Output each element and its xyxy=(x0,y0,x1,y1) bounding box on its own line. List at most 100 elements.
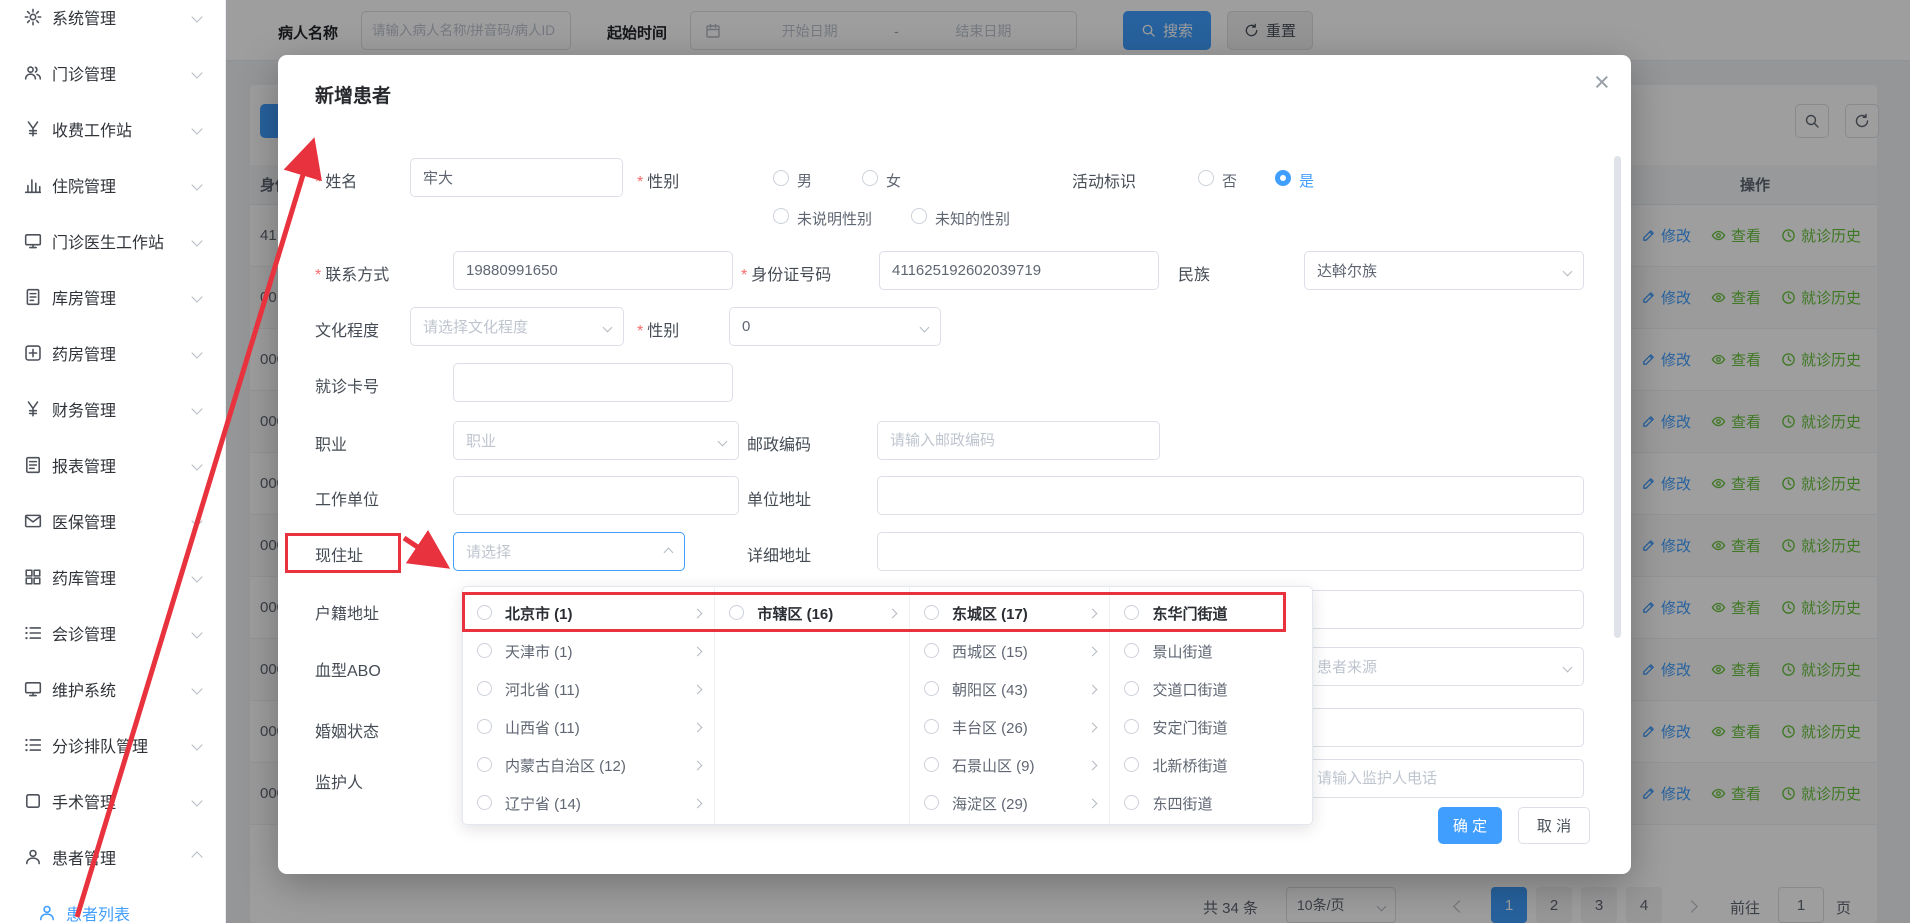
sidebar-subitem-patient-list[interactable]: 患者列表 xyxy=(0,885,225,923)
radio-icon xyxy=(1124,643,1139,658)
yen-icon xyxy=(24,120,42,138)
sidebar-item-triage-queue[interactable]: 分诊排队管理 xyxy=(0,717,225,773)
work-unit-label: 工作单位 xyxy=(315,486,379,510)
marital-status-right-input[interactable] xyxy=(1304,708,1584,747)
cascader-option-fengtai[interactable]: 丰台区 (26) xyxy=(910,708,1110,746)
contact-input[interactable] xyxy=(453,251,733,290)
yen-icon xyxy=(24,400,42,418)
sidebar-item-consultation[interactable]: 会诊管理 xyxy=(0,605,225,661)
education-label: 文化程度 xyxy=(315,317,379,341)
cascader-option-liaoning[interactable]: 辽宁省 (14) xyxy=(463,784,714,822)
guardian-label: 监护人 xyxy=(315,769,363,793)
radio-icon xyxy=(1124,605,1139,620)
card-no-input[interactable] xyxy=(453,363,733,402)
work-unit-input[interactable] xyxy=(453,476,739,515)
cascader-option-label: 市辖区 (16) xyxy=(757,603,833,624)
monitor-icon xyxy=(24,232,42,250)
sidebar-item-pharmacy[interactable]: 药房管理 xyxy=(0,325,225,381)
radio-icon xyxy=(1124,681,1139,696)
radio-female[interactable] xyxy=(862,170,878,186)
radio-male[interactable] xyxy=(773,170,789,186)
sidebar-item-drug-storage[interactable]: 药库管理 xyxy=(0,549,225,605)
close-icon[interactable]: × xyxy=(1594,69,1610,96)
sidebar-item-label: 库房管理 xyxy=(52,285,116,309)
grid-icon xyxy=(24,568,42,586)
name-input[interactable] xyxy=(410,158,623,197)
cascader-option-jiaodaokou[interactable]: 交道口街道 xyxy=(1110,670,1312,708)
current-address-cascader-select[interactable]: 请选择 xyxy=(453,532,685,571)
cascader-option-tianjin[interactable]: 天津市 (1) xyxy=(463,632,714,670)
ethnicity-select[interactable]: 达斡尔族 xyxy=(1304,251,1584,290)
chevron-down-icon xyxy=(191,571,202,582)
chevron-down-icon xyxy=(191,515,202,526)
cascader-option-dongcheng[interactable]: 东城区 (17) xyxy=(910,594,1110,632)
sidebar-item-medical-insurance[interactable]: 医保管理 xyxy=(0,493,225,549)
radio-yes[interactable] xyxy=(1275,170,1291,186)
cascader-option-haidian[interactable]: 海淀区 (29) xyxy=(910,784,1110,822)
cascader-option-beixinqiao[interactable]: 北新桥街道 xyxy=(1110,746,1312,784)
unit-address-input[interactable] xyxy=(877,476,1584,515)
occupation-select[interactable]: 职业 xyxy=(453,421,739,460)
cascader-option-beijing[interactable]: 北京市 (1) xyxy=(463,594,714,632)
required-star: * xyxy=(741,267,747,284)
chevron-right-icon xyxy=(1088,609,1098,619)
postal-code-input[interactable] xyxy=(877,421,1160,460)
guardian-phone-input[interactable] xyxy=(1304,759,1584,798)
ethnicity-value: 达斡尔族 xyxy=(1317,260,1377,281)
radio-icon xyxy=(924,719,939,734)
radio-icon xyxy=(1124,795,1139,810)
cascader-option-label: 东城区 (17) xyxy=(952,603,1028,624)
cascader-option-neimenggu[interactable]: 内蒙古自治区 (12) xyxy=(463,746,714,784)
detail-address-input[interactable] xyxy=(877,532,1584,571)
chevron-down-icon xyxy=(191,795,202,806)
cascader-option-jingshan[interactable]: 景山街道 xyxy=(1110,632,1312,670)
cascader-option-hebei[interactable]: 河北省 (11) xyxy=(463,670,714,708)
confirm-button[interactable]: 确 定 xyxy=(1438,807,1502,844)
sidebar-item-label: 维护系统 xyxy=(52,677,116,701)
cancel-button[interactable]: 取 消 xyxy=(1518,807,1590,844)
cascader-option-label: 东华门街道 xyxy=(1152,603,1227,624)
sidebar-item-reports[interactable]: 报表管理 xyxy=(0,437,225,493)
cascader-option-shixiaqu[interactable]: 市辖区 (16) xyxy=(715,594,909,632)
sidebar-item-system[interactable]: 系统管理 xyxy=(0,0,225,45)
radio-no[interactable] xyxy=(1198,170,1214,186)
postal-code-label: 邮政编码 xyxy=(747,431,811,455)
sidebar-item-label: 分诊排队管理 xyxy=(52,733,148,757)
occupation-label: 职业 xyxy=(315,431,347,455)
patient-source-select[interactable]: 患者来源 xyxy=(1304,647,1584,686)
chevron-down-icon xyxy=(191,739,202,750)
occupation-placeholder: 职业 xyxy=(466,430,496,451)
cascader-option-label: 内蒙古自治区 (12) xyxy=(505,755,626,776)
cascader-option-xicheng[interactable]: 西城区 (15) xyxy=(910,632,1110,670)
sidebar-item-finance[interactable]: 财务管理 xyxy=(0,381,225,437)
radio-gender-unstated[interactable] xyxy=(773,208,789,224)
user-icon xyxy=(38,904,56,922)
modal-scrollbar-thumb[interactable] xyxy=(1614,156,1621,638)
cascader-option-shanxi[interactable]: 山西省 (11) xyxy=(463,708,714,746)
cascader-option-donghuamen[interactable]: 东华门街道 xyxy=(1110,594,1312,632)
chevron-down-icon xyxy=(191,403,202,414)
sidebar-item-maintenance[interactable]: 维护系统 xyxy=(0,661,225,717)
id-number-input[interactable] xyxy=(879,251,1159,290)
marital-status-label: 婚姻状态 xyxy=(315,718,379,742)
sidebar-item-charge-station[interactable]: 收费工作站 xyxy=(0,101,225,157)
sidebar-item-surgery[interactable]: 手术管理 xyxy=(0,773,225,829)
sidebar-item-inpatient[interactable]: 住院管理 xyxy=(0,157,225,213)
gender-select[interactable]: 0 xyxy=(729,307,941,346)
cascader-option-chaoyang[interactable]: 朝阳区 (43) xyxy=(910,670,1110,708)
cascader-option-andingmen[interactable]: 安定门街道 xyxy=(1110,708,1312,746)
sidebar-item-outpatient[interactable]: 门诊管理 xyxy=(0,45,225,101)
sidebar-item-doctor-station[interactable]: 门诊医生工作站 xyxy=(0,213,225,269)
cascader-option-shijingshan[interactable]: 石景山区 (9) xyxy=(910,746,1110,784)
education-select[interactable]: 请选择文化程度 xyxy=(410,307,624,346)
detail-address-label: 详细地址 xyxy=(747,542,811,566)
radio-yes-label: 是 xyxy=(1299,170,1314,191)
radio-gender-unknown[interactable] xyxy=(911,208,927,224)
cascader-option-dongsi[interactable]: 东四街道 xyxy=(1110,784,1312,822)
sidebar-item-warehouse[interactable]: 库房管理 xyxy=(0,269,225,325)
required-star: * xyxy=(315,174,321,191)
radio-icon xyxy=(729,605,744,620)
sidebar-item-label: 患者管理 xyxy=(52,845,116,869)
sidebar-item-patient-management[interactable]: 患者管理 xyxy=(0,829,225,885)
address-cascader-dropdown: 北京市 (1) 天津市 (1) 河北省 (11) 山西省 (11) 内蒙古自治区… xyxy=(462,586,1313,825)
